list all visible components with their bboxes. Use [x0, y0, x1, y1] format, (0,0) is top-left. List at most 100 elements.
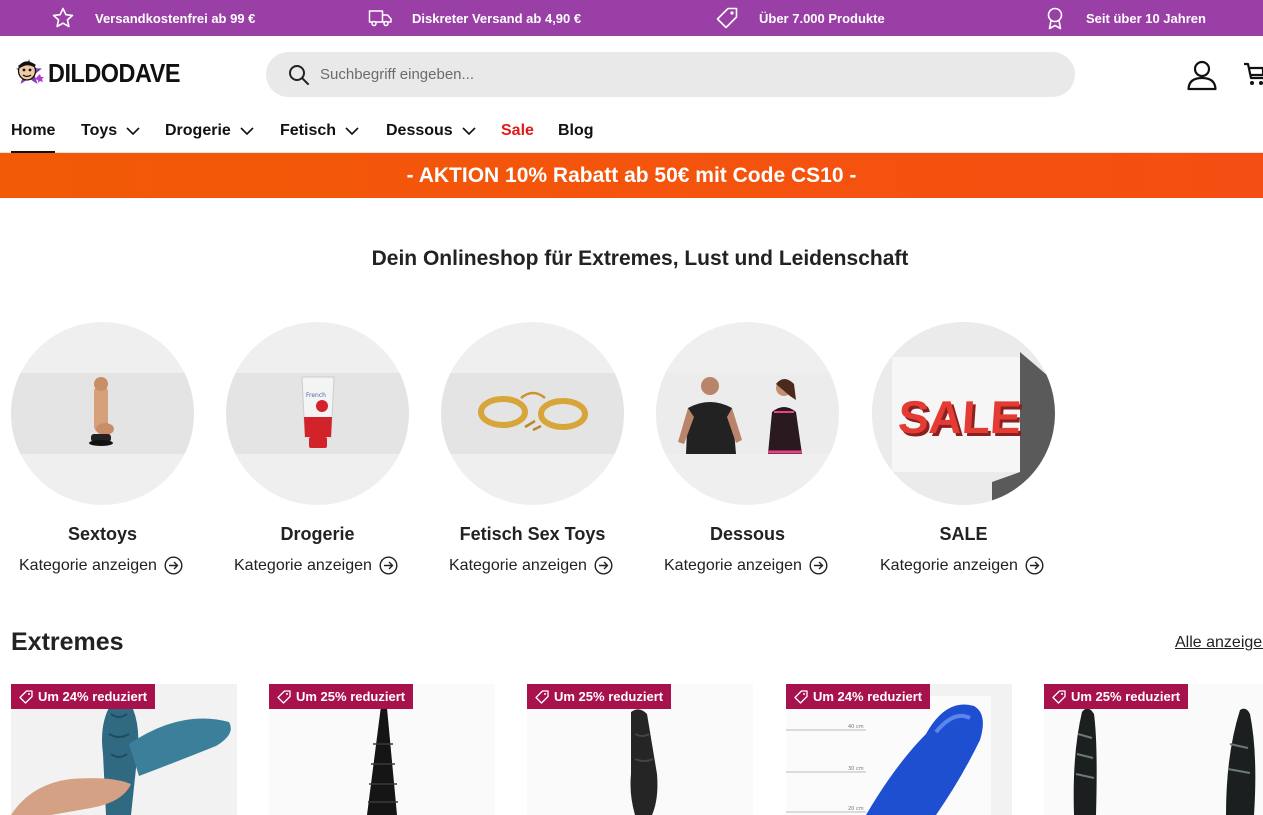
product-card[interactable]: Um 25% reduziert [269, 684, 495, 815]
site-header: DILDODAVE [0, 36, 1263, 112]
nav-label: Sale [501, 122, 534, 139]
arrow-right-circle-icon [164, 556, 183, 575]
category-link-label: Kategorie anzeigen [234, 556, 372, 574]
nav-item-drogerie[interactable]: Drogerie [165, 122, 254, 153]
badge-label: Um 25% reduziert [1071, 689, 1181, 704]
nav-item-toys[interactable]: Toys [81, 122, 140, 153]
arrow-right-circle-icon [594, 556, 613, 575]
category-link-label: Kategorie anzeigen [664, 556, 802, 574]
chevron-down-icon [345, 127, 359, 136]
main-navigation: Home Toys Drogerie Fetisch Dessous Sale … [0, 112, 1263, 153]
badge-label: Um 24% reduziert [38, 689, 148, 704]
product-card[interactable]: Um 25% reduziert [1044, 684, 1263, 815]
announcement-text: Diskreter Versand ab 4,90 € [412, 10, 582, 26]
page-title: Dein Onlineshop für Extremes, Lust und L… [371, 247, 909, 270]
category-card-dessous[interactable]: Dessous Kategorie anzeigen [656, 322, 839, 575]
account-button[interactable] [1185, 58, 1219, 97]
nav-item-home[interactable]: Home [11, 122, 56, 153]
tag-icon [19, 689, 33, 704]
nav-item-sale[interactable]: Sale [501, 122, 534, 153]
award-icon [1047, 7, 1063, 30]
tag-icon [277, 689, 291, 704]
announcement-discreet-shipping: Diskreter Versand ab 4,90 € [368, 0, 581, 36]
truck-icon [368, 10, 392, 27]
category-link-label: Kategorie anzeigen [19, 556, 157, 574]
discount-badge: Um 25% reduziert [1044, 684, 1189, 709]
category-image[interactable] [656, 322, 839, 505]
discount-badge: Um 24% reduziert [786, 684, 931, 709]
tag-icon [716, 7, 738, 29]
product-card[interactable]: Um 25% reduziert [527, 684, 753, 815]
nav-label: Home [11, 122, 56, 139]
category-link[interactable]: Kategorie anzeigen [664, 556, 828, 575]
category-link-label: Kategorie anzeigen [449, 556, 587, 574]
star-icon [52, 7, 74, 28]
category-name: Drogerie [280, 524, 355, 544]
nav-item-fetisch[interactable]: Fetisch [280, 122, 359, 153]
category-card-sextoys[interactable]: Sextoys Kategorie anzeigen [11, 322, 194, 575]
discount-badge: Um 25% reduziert [269, 684, 414, 709]
chevron-down-icon [126, 127, 140, 136]
logo-text: DILDODAVE [48, 57, 181, 88]
announcement-years: Seit über 10 Jahren [1044, 0, 1206, 36]
category-name: Sextoys [67, 524, 138, 544]
category-card-sale[interactable]: SALE SALE SALE Kategorie anzeigen [872, 322, 1055, 575]
category-image[interactable] [11, 322, 194, 505]
category-image[interactable]: SALE SALE [872, 322, 1055, 505]
category-link[interactable]: Kategorie anzeigen [449, 556, 613, 575]
see-all-link[interactable]: Alle anzeigen [1175, 634, 1263, 652]
cart-icon [1244, 62, 1263, 85]
category-link[interactable]: Kategorie anzeigen [19, 556, 183, 575]
nav-item-blog[interactable]: Blog [558, 122, 594, 153]
user-icon [1187, 60, 1217, 91]
arrow-right-circle-icon [379, 556, 398, 575]
badge-label: Um 25% reduziert [296, 689, 406, 704]
announcement-text: Über 7.000 Produkte [759, 10, 885, 26]
badge-label: Um 24% reduziert [813, 689, 923, 704]
svg-text:20 cm: 20 cm [848, 806, 864, 812]
chevron-down-icon [462, 127, 476, 136]
svg-text:SALE: SALE [897, 391, 1023, 443]
discount-badge: Um 24% reduziert [11, 684, 156, 709]
nav-label: Fetisch [280, 122, 337, 139]
nav-label: Toys [81, 122, 118, 139]
nav-label: Dessous [386, 122, 453, 139]
category-image[interactable]: French [226, 322, 409, 505]
category-link[interactable]: Kategorie anzeigen [234, 556, 398, 575]
site-logo[interactable]: DILDODAVE [12, 56, 195, 90]
svg-text:30 cm: 30 cm [848, 766, 864, 772]
announcement-text: Seit über 10 Jahren [1086, 10, 1206, 26]
svg-text:French: French [306, 392, 326, 399]
promo-banner[interactable]: - AKTION 10% Rabatt ab 50€ mit Code CS10… [0, 153, 1263, 198]
category-card-drogerie[interactable]: French Drogerie Kategorie anzeigen [226, 322, 409, 575]
cart-button[interactable] [1243, 60, 1263, 93]
category-name: Fetisch Sex Toys [459, 524, 606, 544]
announcement-free-shipping: Versandkostenfrei ab 99 € [51, 0, 255, 36]
product-card[interactable]: Um 24% reduziert 40 cm 30 cm 20 cm [786, 684, 1012, 815]
category-link[interactable]: Kategorie anzeigen [880, 556, 1044, 575]
category-card-fetisch[interactable]: Fetisch Sex Toys Kategorie anzeigen [441, 322, 624, 575]
lube-tube-image: French [301, 376, 335, 448]
arrow-right-circle-icon [1025, 556, 1044, 575]
promo-text: - AKTION 10% Rabatt ab 50€ mit Code CS10… [406, 163, 857, 187]
search-bar[interactable] [266, 52, 1075, 97]
category-name: SALE [939, 524, 988, 544]
tag-icon [1052, 689, 1066, 704]
dildo-image [89, 377, 114, 446]
category-image[interactable] [441, 322, 624, 505]
section-title: Extremes [11, 628, 124, 656]
announcement-bar: Versandkostenfrei ab 99 € Diskreter Vers… [0, 0, 1263, 36]
search-input[interactable] [320, 66, 1020, 83]
discount-badge: Um 25% reduziert [527, 684, 672, 709]
category-name: Dessous [709, 524, 786, 544]
category-link-label: Kategorie anzeigen [880, 556, 1018, 574]
product-card[interactable]: Um 24% reduziert [11, 684, 237, 815]
logo-mascot-icon [16, 59, 44, 84]
lingerie-models-image [678, 377, 802, 454]
handcuffs-image [478, 391, 588, 432]
arrow-right-circle-icon [809, 556, 828, 575]
chevron-down-icon [240, 127, 254, 136]
nav-label: Blog [558, 122, 594, 139]
badge-label: Um 25% reduziert [554, 689, 664, 704]
nav-item-dessous[interactable]: Dessous [386, 122, 476, 153]
